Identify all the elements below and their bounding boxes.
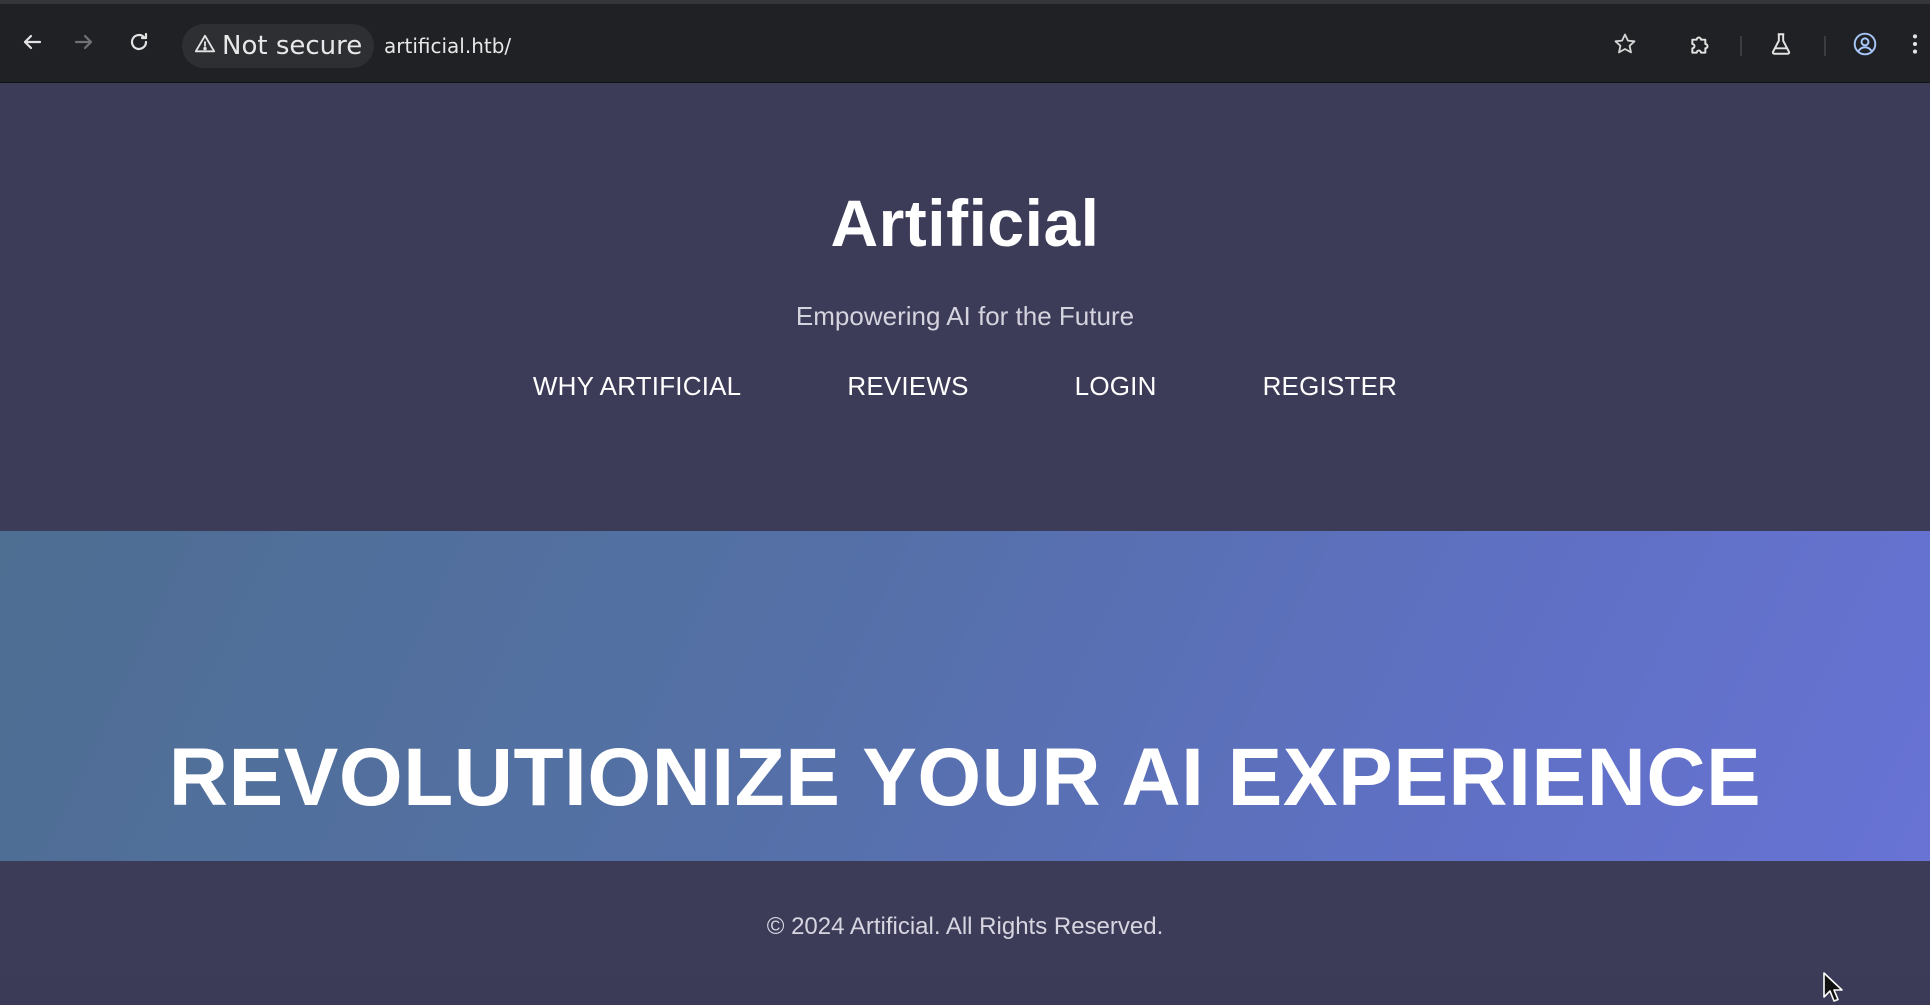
forward-arrow-icon bbox=[72, 30, 96, 59]
extensions-button[interactable] bbox=[1682, 28, 1720, 64]
browser-toolbar: Not secure artificial.htb/ bbox=[0, 0, 1930, 83]
main-nav: WHY ARTIFICIAL REVIEWS LOGIN REGISTER bbox=[0, 371, 1930, 402]
site-footer: © 2024 Artificial. All Rights Reserved. bbox=[0, 861, 1930, 978]
back-button[interactable] bbox=[14, 26, 50, 62]
forward-button[interactable] bbox=[66, 26, 102, 62]
site-header: Artificial Empowering AI for the Future … bbox=[0, 83, 1930, 531]
toolbar-divider bbox=[1740, 36, 1742, 56]
kebab-menu-icon bbox=[1902, 31, 1928, 62]
puzzle-icon bbox=[1688, 31, 1714, 62]
reload-button[interactable] bbox=[121, 26, 157, 62]
labs-button[interactable] bbox=[1762, 28, 1800, 64]
star-icon bbox=[1613, 32, 1637, 61]
site-title: Artificial bbox=[830, 186, 1100, 260]
footer-copyright: © 2024 Artificial. All Rights Reserved. bbox=[766, 913, 1164, 940]
mouse-cursor-icon bbox=[1823, 972, 1843, 1002]
nav-link-login[interactable]: LOGIN bbox=[1075, 371, 1157, 402]
web-page: Artificial Empowering AI for the Future … bbox=[0, 83, 1930, 1002]
hero-section: REVOLUTIONIZE YOUR AI EXPERIENCE bbox=[0, 531, 1930, 861]
profile-icon bbox=[1852, 31, 1878, 62]
back-arrow-icon bbox=[20, 30, 44, 59]
bookmark-button[interactable] bbox=[1604, 28, 1646, 64]
toolbar-divider bbox=[1824, 36, 1826, 56]
browser-menu-button[interactable] bbox=[1900, 28, 1930, 64]
security-indicator[interactable]: Not secure bbox=[182, 24, 375, 68]
nav-link-reviews[interactable]: REVIEWS bbox=[847, 371, 968, 402]
site-tagline: Empowering AI for the Future bbox=[795, 301, 1135, 331]
nav-link-register[interactable]: REGISTER bbox=[1263, 371, 1398, 402]
url-text[interactable]: artificial.htb/ bbox=[384, 34, 511, 58]
flask-icon bbox=[1768, 31, 1794, 62]
nav-link-why-artificial[interactable]: WHY ARTIFICIAL bbox=[533, 371, 741, 402]
reload-icon bbox=[127, 30, 151, 59]
address-bar[interactable]: Not secure artificial.htb/ bbox=[180, 22, 1660, 70]
security-label: Not secure bbox=[222, 31, 363, 61]
warning-triangle-icon bbox=[194, 33, 216, 60]
profile-button[interactable] bbox=[1846, 28, 1884, 64]
hero-heading: REVOLUTIONIZE YOUR AI EXPERIENCE bbox=[168, 732, 1762, 823]
